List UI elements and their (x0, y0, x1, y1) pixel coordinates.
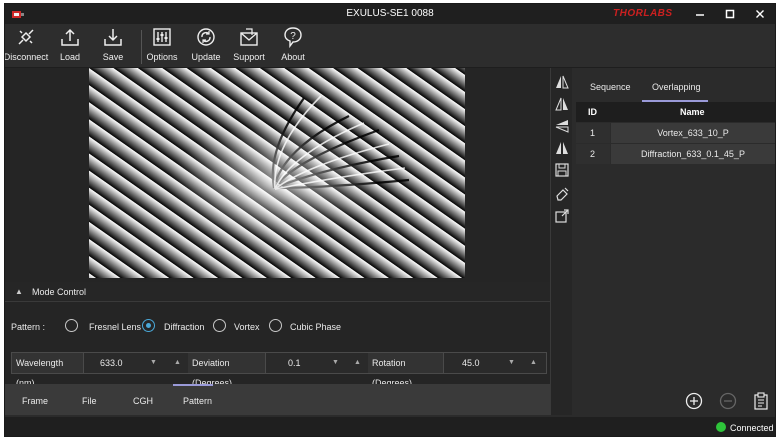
load-icon (61, 28, 79, 46)
wavelength-input[interactable]: 633.0 (100, 353, 123, 373)
radio-fresnel-lens[interactable] (65, 319, 78, 332)
connection-status-text: Connected (730, 423, 774, 433)
pattern-label: Pattern : (11, 322, 46, 332)
radio-label-cubic-phase: Cubic Phase (290, 322, 342, 332)
wavelength-decrement[interactable]: ▼ (150, 353, 157, 373)
clipboard-icon[interactable] (752, 392, 770, 410)
options-label: Options (146, 52, 178, 62)
phase-pattern-image (89, 68, 465, 278)
column-name: Name (680, 107, 705, 117)
chevron-up-icon: ▲ (15, 287, 23, 296)
title-bar: EXULUS-SE1 0088 THORLABS (5, 4, 775, 24)
options-button[interactable]: Options (146, 26, 178, 66)
tab-overlapping[interactable]: Overlapping (652, 82, 701, 92)
save-button[interactable]: Save (99, 26, 127, 66)
support-button[interactable]: Support (233, 26, 265, 66)
symmetric-icon[interactable] (554, 140, 570, 156)
svg-text:?: ? (290, 31, 296, 42)
flip-vertical-icon[interactable] (554, 118, 570, 134)
mail-icon (240, 28, 258, 46)
deviation-input[interactable]: 0.1 (288, 353, 301, 373)
refresh-icon (197, 28, 215, 46)
deviation-decrement[interactable]: ▼ (332, 353, 339, 373)
save-icon (104, 29, 122, 46)
toolbar-separator (141, 30, 142, 64)
mirror-icon[interactable] (554, 96, 570, 112)
wavelength-label: Wavelength (nm) (12, 353, 84, 388)
table-header: ID Name (576, 102, 775, 122)
mode-control-title: Mode Control (32, 287, 87, 297)
tab-file[interactable]: File (82, 396, 97, 406)
export-icon[interactable] (554, 208, 570, 224)
status-bar: Connected (5, 417, 775, 436)
row-name: Vortex_633_10_P (611, 123, 775, 143)
connection-status-icon (716, 422, 726, 432)
radio-label-fresnel-lens: Fresnel Lens (89, 322, 142, 332)
phase-pattern-preview (89, 68, 465, 278)
radio-label-diffraction: Diffraction (164, 322, 205, 332)
minimize-button[interactable] (685, 4, 715, 24)
save-label: Save (102, 52, 124, 62)
table-row[interactable]: 1 Vortex_633_10_P (576, 123, 775, 143)
sliders-icon (153, 28, 171, 46)
row-id: 2 (576, 144, 610, 164)
save-disk-icon[interactable] (554, 162, 570, 178)
column-id: ID (588, 107, 597, 117)
rotation-decrement[interactable]: ▼ (508, 353, 515, 373)
help-icon: ? (284, 27, 302, 48)
about-button[interactable]: ? About (279, 26, 307, 66)
parameter-row: Wavelength (nm) 633.0 ▼ ▲ Deviation (Deg… (11, 352, 547, 388)
disconnect-label: Disconnect (4, 52, 49, 62)
row-id: 1 (576, 123, 610, 143)
support-label: Support (233, 52, 265, 62)
radio-vortex[interactable] (213, 319, 226, 332)
tab-frame[interactable]: Frame (22, 396, 48, 406)
wavelength-increment[interactable]: ▲ (174, 353, 181, 373)
close-icon (756, 10, 764, 18)
tab-cgh[interactable]: CGH (133, 396, 153, 406)
vertical-toolbar (550, 68, 572, 415)
left-panel: ▲ Mode Control Pattern : Fresnel Lens Di… (5, 68, 550, 415)
minimize-icon (696, 14, 704, 16)
tab-sequence[interactable]: Sequence (590, 82, 631, 92)
maximize-icon (725, 9, 735, 19)
disconnect-icon (18, 29, 34, 45)
radio-cubic-phase[interactable] (269, 319, 282, 332)
rotation-label: Rotation (Degrees) (368, 353, 444, 388)
maximize-button[interactable] (715, 4, 745, 24)
update-label: Update (191, 52, 221, 62)
bottom-tab-bar: Frame File CGH Pattern (5, 384, 550, 415)
eraser-icon[interactable] (554, 186, 570, 202)
remove-circle-icon[interactable] (719, 392, 737, 410)
mode-control-header[interactable]: ▲ Mode Control (5, 282, 550, 302)
app-window: EXULUS-SE1 0088 THORLABS Disconnect Load… (4, 3, 776, 437)
tab-pattern[interactable]: Pattern (183, 396, 212, 406)
update-button[interactable]: Update (191, 26, 221, 66)
right-panel: Sequence Overlapping ID Name 1 Vortex_63… (574, 68, 775, 415)
add-circle-icon[interactable] (685, 392, 703, 410)
deviation-label: Deviation (Degrees) (188, 353, 266, 388)
brand-logo: THORLABS (613, 8, 673, 19)
radio-diffraction[interactable] (142, 319, 155, 332)
load-label: Load (59, 52, 81, 62)
about-label: About (281, 52, 305, 62)
radio-label-vortex: Vortex (234, 322, 260, 332)
rotation-increment[interactable]: ▲ (530, 353, 537, 373)
flip-horizontal-icon[interactable] (554, 74, 570, 90)
deviation-increment[interactable]: ▲ (354, 353, 361, 373)
row-name: Diffraction_633_0.1_45_P (611, 144, 775, 164)
load-button[interactable]: Load (55, 26, 85, 66)
toolbar: Disconnect Load Save Options Update Supp… (5, 24, 775, 68)
table-row[interactable]: 2 Diffraction_633_0.1_45_P (576, 144, 775, 164)
disconnect-button[interactable]: Disconnect (4, 26, 49, 66)
rotation-input[interactable]: 45.0 (462, 353, 480, 373)
close-button[interactable] (745, 4, 775, 24)
active-tab-indicator (173, 384, 213, 386)
